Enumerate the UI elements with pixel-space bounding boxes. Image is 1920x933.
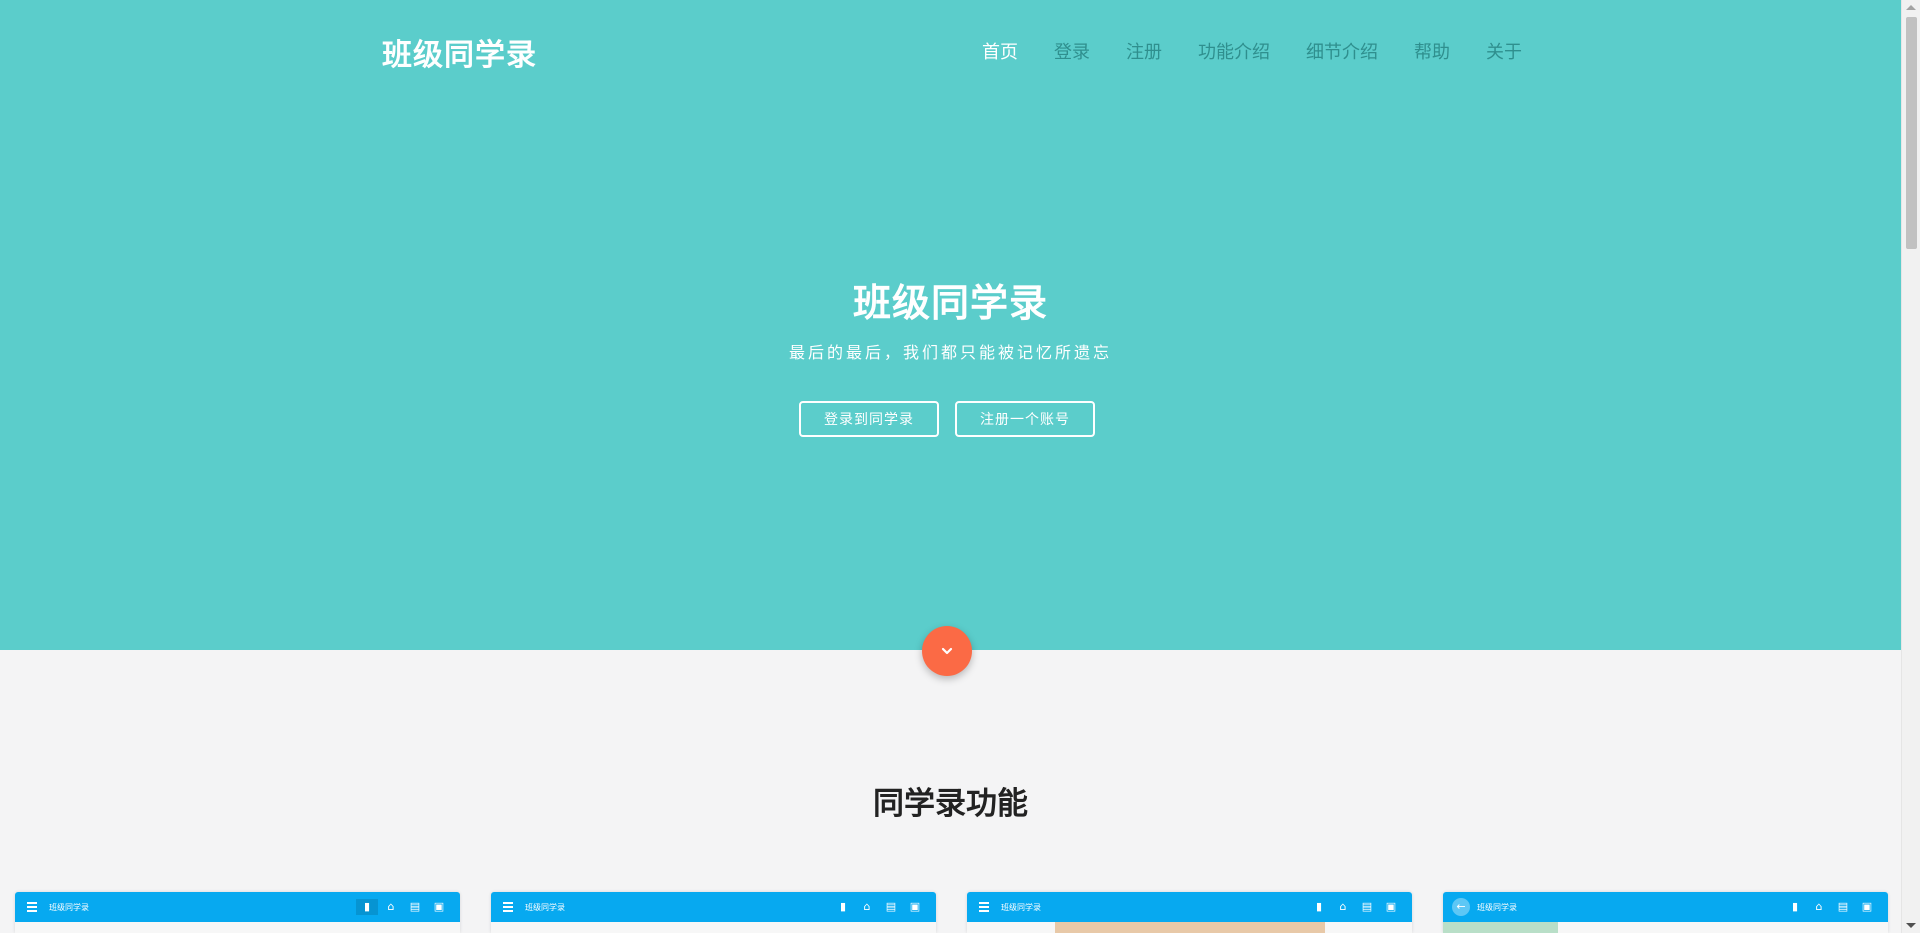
scroll-up-arrow-icon[interactable] bbox=[1906, 5, 1916, 10]
vertical-scrollbar[interactable] bbox=[1901, 0, 1920, 933]
book-icon: ▤ bbox=[1361, 900, 1373, 913]
nav-item-register[interactable]: 注册 bbox=[1126, 38, 1162, 64]
menu-icon bbox=[503, 902, 513, 912]
book-icon: ▤ bbox=[885, 900, 897, 913]
page: 班级同学录 首页 登录 注册 功能介绍 细节介绍 帮助 关于 班级同学录 最后的… bbox=[0, 0, 1920, 933]
register-button[interactable]: 注册一个账号 bbox=[955, 401, 1095, 437]
nav-item-home[interactable]: 首页 bbox=[982, 38, 1018, 64]
scroll-down-arrow-icon[interactable] bbox=[1906, 923, 1916, 928]
feature-screenshot[interactable]: 班级同学录 ▮ ⌂ ▤ ▣ bbox=[491, 892, 936, 933]
nav-item-features[interactable]: 功能介绍 bbox=[1198, 38, 1270, 64]
menu-icon bbox=[27, 902, 37, 912]
feature-screenshots: 班级同学录 ▮ ⌂ ▤ ▣ 班级同学录 ▮ ⌂ ▤ ▣ 班级同学录 ▮ ⌂ ▤ … bbox=[0, 892, 1901, 933]
image-icon: ▣ bbox=[1861, 900, 1873, 913]
preview-app-bar: 班级同学录 ▮ ⌂ ▤ ▣ bbox=[15, 892, 460, 922]
hero-title: 班级同学录 bbox=[852, 281, 1048, 325]
preview-image bbox=[1443, 922, 1558, 933]
brand-logo[interactable]: 班级同学录 bbox=[382, 30, 537, 74]
nav-item-details[interactable]: 细节介绍 bbox=[1306, 38, 1378, 64]
hero-section: 班级同学录 首页 登录 注册 功能介绍 细节介绍 帮助 关于 班级同学录 最后的… bbox=[0, 0, 1901, 650]
nav-item-help[interactable]: 帮助 bbox=[1414, 38, 1450, 64]
home-icon: ⌂ bbox=[1339, 900, 1347, 913]
image-icon: ▣ bbox=[1385, 900, 1397, 913]
preview-app-title: 班级同学录 bbox=[49, 903, 89, 912]
feature-screenshot[interactable]: ← 班级同学录 ▮ ⌂ ▤ ▣ bbox=[1443, 892, 1888, 933]
nav-item-login[interactable]: 登录 bbox=[1054, 38, 1090, 64]
scroll-down-button[interactable] bbox=[922, 626, 972, 676]
nav-item-about[interactable]: 关于 bbox=[1486, 38, 1522, 64]
preview-app-bar: ← 班级同学录 ▮ ⌂ ▤ ▣ bbox=[1443, 892, 1888, 922]
image-icon: ▣ bbox=[909, 900, 921, 913]
main-nav: 首页 登录 注册 功能介绍 细节介绍 帮助 关于 bbox=[982, 38, 1558, 64]
home-icon: ⌂ bbox=[1815, 900, 1823, 913]
features-section-title: 同学录功能 bbox=[873, 786, 1028, 822]
feature-screenshot[interactable]: 班级同学录 ▮ ⌂ ▤ ▣ bbox=[967, 892, 1412, 933]
preview-app-title: 班级同学录 bbox=[1477, 903, 1517, 912]
home-icon: ⌂ bbox=[387, 900, 395, 913]
feature-screenshot[interactable]: 班级同学录 ▮ ⌂ ▤ ▣ bbox=[15, 892, 460, 933]
back-arrow-icon: ← bbox=[1452, 898, 1470, 916]
chart-icon: ▮ bbox=[356, 899, 378, 915]
home-icon: ⌂ bbox=[863, 900, 871, 913]
chart-icon: ▮ bbox=[1791, 900, 1799, 913]
hero-buttons: 登录到同学录 注册一个账号 bbox=[799, 401, 1095, 437]
chevron-down-icon bbox=[941, 647, 953, 655]
login-button[interactable]: 登录到同学录 bbox=[799, 401, 939, 437]
hero-subtitle: 最后的最后，我们都只能被记忆所遗忘 bbox=[788, 343, 1112, 362]
chart-icon: ▮ bbox=[1315, 900, 1323, 913]
book-icon: ▤ bbox=[409, 900, 421, 913]
preview-image bbox=[1055, 922, 1325, 933]
chart-icon: ▮ bbox=[839, 900, 847, 913]
preview-app-bar: 班级同学录 ▮ ⌂ ▤ ▣ bbox=[967, 892, 1412, 922]
preview-app-bar: 班级同学录 ▮ ⌂ ▤ ▣ bbox=[491, 892, 936, 922]
preview-app-title: 班级同学录 bbox=[525, 903, 565, 912]
book-icon: ▤ bbox=[1837, 900, 1849, 913]
scrollbar-thumb[interactable] bbox=[1906, 17, 1917, 249]
preview-app-title: 班级同学录 bbox=[1001, 903, 1041, 912]
image-icon: ▣ bbox=[433, 900, 445, 913]
menu-icon bbox=[979, 902, 989, 912]
